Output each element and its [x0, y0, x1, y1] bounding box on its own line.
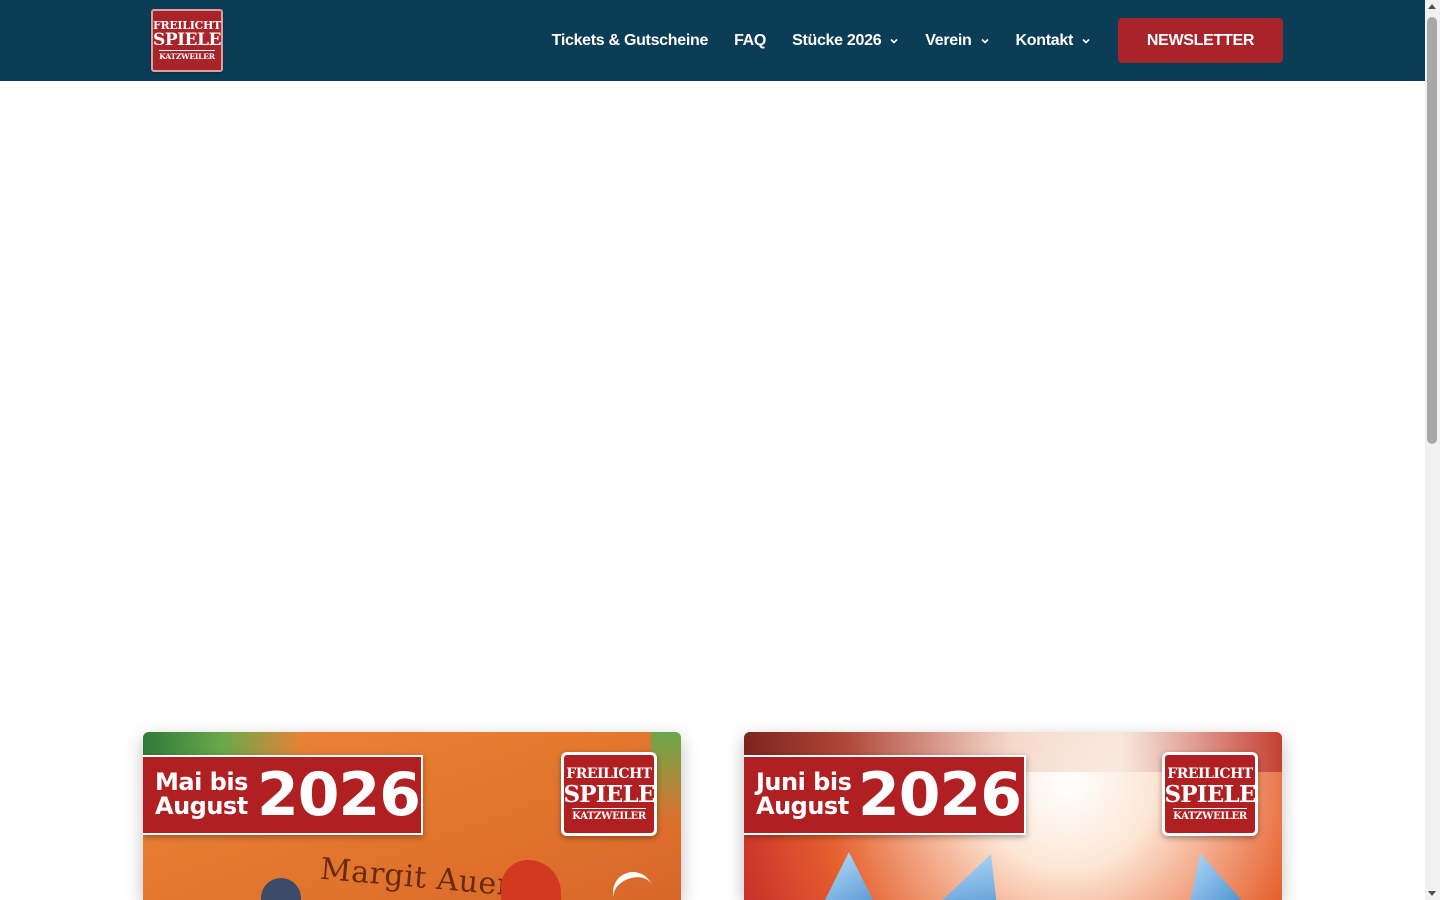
badge-line-2: SPIELE — [563, 780, 655, 808]
author-name: Margit Auer — [318, 851, 514, 900]
logo-line-3: KATZWEILER — [159, 50, 215, 62]
scrollbar-thumb[interactable] — [1427, 17, 1437, 444]
page-scrollbar[interactable] — [1425, 0, 1440, 900]
nav-item-label: Stücke 2026 — [792, 31, 882, 49]
badge-line-2: SPIELE — [1164, 780, 1256, 808]
badge-line-1: FREILICHT — [566, 765, 652, 782]
scroll-up-arrow-icon[interactable] — [1428, 4, 1436, 9]
nav-item-kontakt[interactable]: Kontakt — [1016, 32, 1091, 50]
chevron-down-icon — [1081, 36, 1091, 46]
chevron-down-icon — [980, 36, 990, 46]
brand-badge: FREILICHT SPIELE KATZWEILER — [561, 752, 657, 836]
scroll-down-arrow-icon[interactable] — [1428, 891, 1436, 896]
character-illustration — [261, 878, 301, 900]
season-year: 2026 — [858, 760, 1022, 830]
date-banner: Mai bis August 2026 — [143, 755, 423, 835]
horn-illustration — [607, 866, 659, 900]
months-line-2: August — [756, 792, 849, 820]
season-months: Mai bis August — [143, 771, 253, 818]
chevron-down-icon — [889, 36, 899, 46]
brand-badge: FREILICHT SPIELE KATZWEILER — [1162, 752, 1258, 836]
badge-line-3: KATZWEILER — [1173, 807, 1247, 822]
logo-line-2: SPIELE — [153, 30, 221, 51]
main-nav: Tickets & Gutscheine FAQ Stücke 2026 Ver… — [526, 0, 1283, 81]
nav-item-label: FAQ — [734, 31, 767, 49]
date-banner: Juni bis August 2026 — [744, 755, 1026, 835]
ice-illustration — [1166, 844, 1252, 900]
site-logo[interactable]: FREILICHT SPIELE KATZWEILER — [151, 9, 223, 72]
nav-item-stuecke[interactable]: Stücke 2026 — [792, 32, 899, 50]
newsletter-button[interactable]: NEWSLETTER — [1118, 18, 1283, 63]
nav-item-label: Tickets & Gutscheine — [551, 31, 709, 49]
season-months: Juni bis August — [744, 771, 854, 818]
nav-item-tickets[interactable]: Tickets & Gutscheine — [551, 31, 709, 50]
ice-illustration — [934, 842, 1024, 900]
nav-item-faq[interactable]: FAQ — [734, 32, 766, 50]
season-year: 2026 — [257, 760, 421, 830]
play-card-1[interactable]: Mai bis August 2026 FREILICHT SPIELE KAT… — [143, 732, 681, 900]
nav-item-label: Kontakt — [1015, 31, 1074, 49]
badge-line-3: KATZWEILER — [572, 807, 646, 822]
fox-illustration — [501, 860, 561, 900]
badge-line-1: FREILICHT — [1167, 765, 1253, 782]
months-line-2: August — [155, 792, 248, 820]
play-card-2[interactable]: Juni bis August 2026 FREILICHT SPIELE KA… — [744, 732, 1282, 900]
ice-illustration — [814, 852, 884, 900]
nav-item-label: Verein — [925, 31, 972, 49]
site-header: FREILICHT SPIELE KATZWEILER Tickets & Gu… — [0, 0, 1425, 81]
nav-item-verein[interactable]: Verein — [925, 32, 989, 50]
